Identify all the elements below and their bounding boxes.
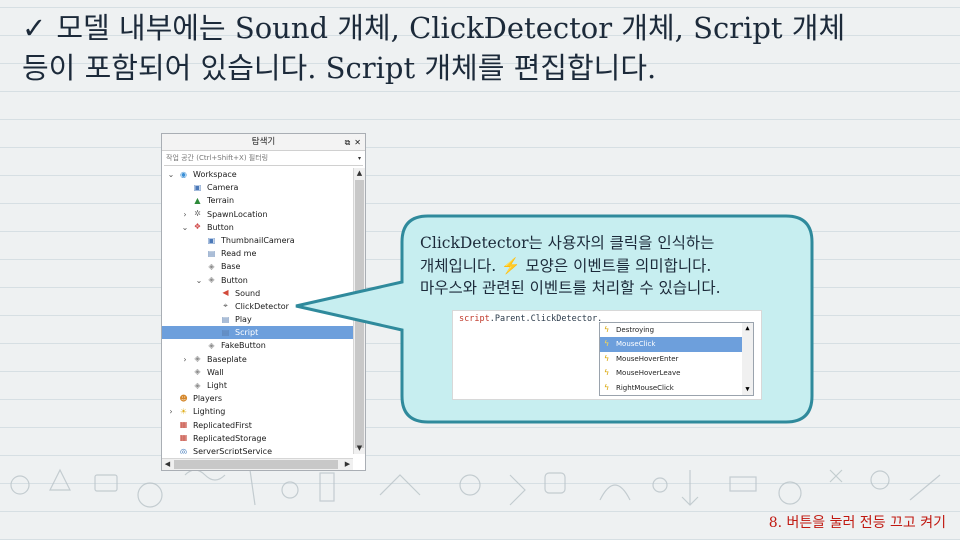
footer-note: 8. 버튼을 눌러 전등 끄고 켜기 — [768, 515, 946, 531]
autocomplete-item-label: MouseHoverEnter — [616, 354, 679, 363]
autocomplete-item[interactable]: ϟ MouseHoverEnter — [600, 352, 743, 366]
event-bolt-icon: ϟ — [604, 368, 610, 378]
autocomplete-item-label: Destroying — [616, 326, 655, 334]
code-line[interactable]: script.Parent.ClickDetector. — [459, 313, 602, 325]
code-rest: .Parent.ClickDetector. — [489, 314, 603, 324]
callout-line2: 개체입니다. ⚡ 모양은 이벤트를 의미합니다. — [420, 256, 712, 275]
callout-text: ClickDetector는 사용자의 클릭을 인식하는 개체입니다. ⚡ 모양… — [420, 232, 810, 300]
autocomplete-item[interactable]: ϟ MouseHoverLeave — [600, 366, 743, 380]
autocomplete-list: ϟ Destroying ϟ MouseClick ϟ MouseHoverEnter ϟ M… — [599, 322, 744, 396]
event-bolt-icon: ϟ — [604, 339, 610, 349]
event-bolt-icon: ϟ — [604, 382, 610, 392]
autocomplete-item-label: MouseClick — [616, 340, 656, 349]
autocomplete-item-label: RightMouseClick — [616, 383, 674, 392]
scroll-up-icon[interactable]: ▲ — [742, 323, 753, 334]
autocomplete-item[interactable]: ϟ Destroying — [600, 323, 743, 337]
code-keyword: script — [459, 314, 490, 324]
autocomplete-item-label: MouseHoverLeave — [616, 369, 681, 378]
event-bolt-icon: ϟ — [604, 325, 610, 334]
callout-line1: ClickDetector는 사용자의 클릭을 인식하는 — [420, 234, 715, 252]
scroll-down-icon[interactable]: ▼ — [742, 384, 753, 395]
callout-line3: 마우스와 관련된 이벤트를 처리할 수 있습니다. — [420, 279, 721, 297]
event-bolt-icon: ϟ — [604, 353, 610, 363]
code-editor-snippet: script.Parent.ClickDetector. ϟ Destroying… — [452, 310, 762, 400]
autocomplete-item[interactable]: ϟ MouseClick — [600, 337, 743, 352]
autocomplete-item[interactable]: ϟ RightMouseClick — [600, 381, 743, 395]
autocomplete-scrollbar[interactable]: ▲ ▼ — [742, 322, 754, 396]
